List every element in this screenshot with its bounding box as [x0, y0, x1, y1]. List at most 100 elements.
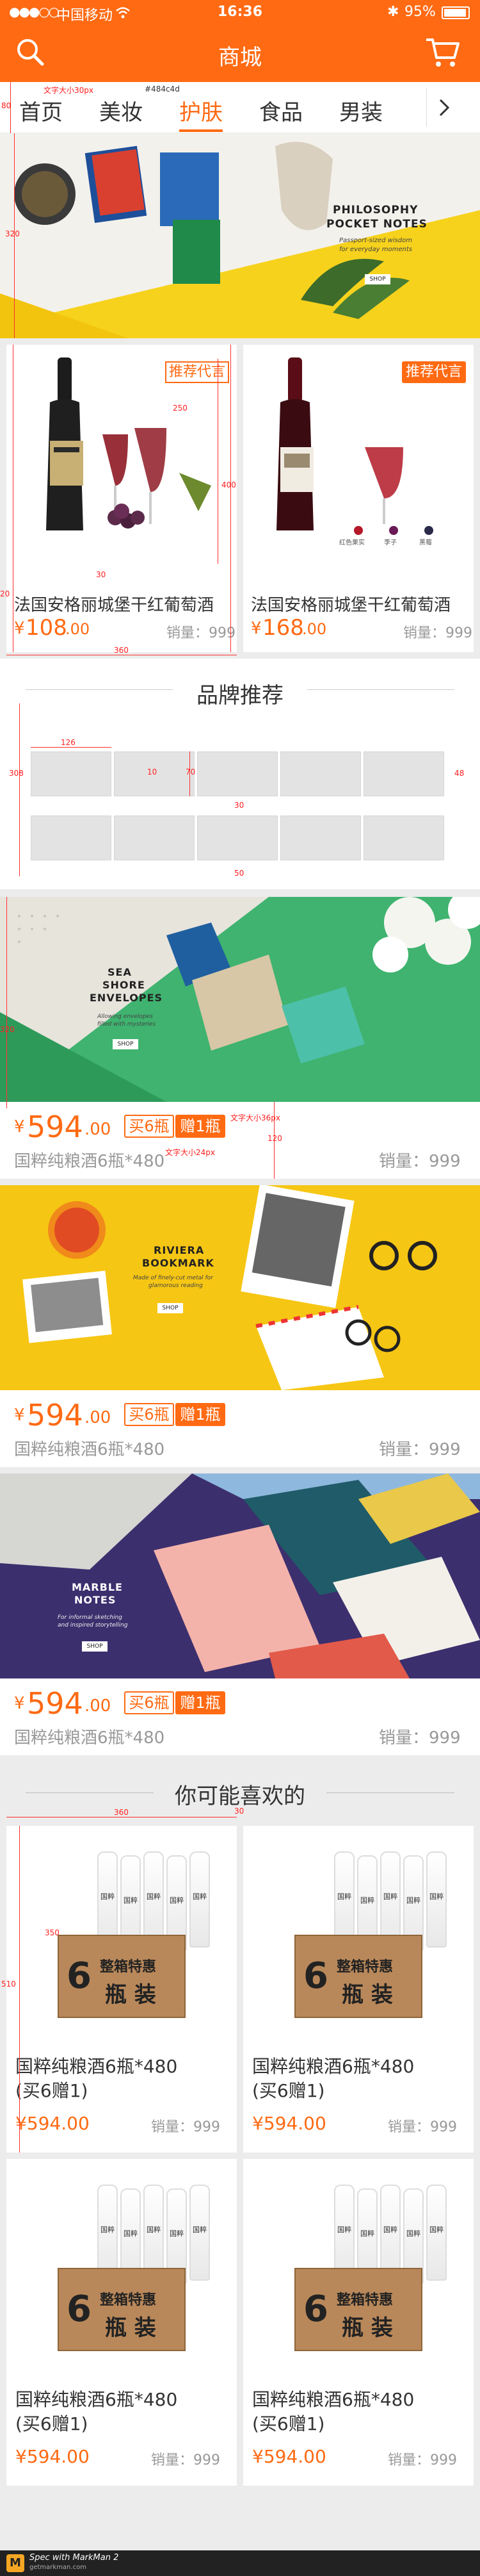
- promo-3-sub-2: and inspired storytelling: [58, 1622, 128, 1628]
- bottle-label: 国粹: [193, 1892, 207, 1901]
- brand-logo[interactable]: [31, 816, 111, 860]
- spec-dim-50: 50: [234, 869, 244, 878]
- wifi-icon: [116, 7, 130, 19]
- box-text-2: 瓶 装: [105, 1982, 156, 2008]
- product-name: 国粹纯粮酒6瓶*480: [15, 2389, 178, 2410]
- product-promo-note: (买6赠1): [252, 2080, 325, 2101]
- promo-banner-3-art: [0, 1473, 480, 1678]
- sales-count: 销量：999: [388, 2119, 457, 2135]
- hero-headline-1: PHILOSOPHY: [333, 204, 419, 217]
- product-image: 国粹 国粹 国粹 国粹 国粹 6 整箱特惠 瓶 装: [45, 2172, 210, 2358]
- status-bar: ●●●○○ 中国移动 16:36 ✱ 95%: [0, 0, 480, 26]
- bottle-image: 国粹: [189, 1851, 210, 1948]
- box-text-1: 整箱特惠: [337, 1959, 394, 1975]
- price-integer: 168: [262, 615, 304, 641]
- recommend-badge: 推荐代言: [165, 361, 229, 383]
- tab-divider: [426, 88, 427, 127]
- wine-card-1[interactable]: 推荐代言 法国安格丽城堡干红葡萄酒 ¥ 108 .00 销量：999: [6, 345, 237, 652]
- brand-logo[interactable]: [197, 751, 278, 796]
- spec-dim-10: 10: [147, 767, 157, 776]
- like-section-header: 你可能喜欢的: [0, 1762, 480, 1826]
- legend-red-fruit: 红色果实: [339, 539, 365, 546]
- brand-section: 品牌推荐 126 70 30 48 50 10 308: [0, 659, 480, 889]
- bluetooth-icon: ✱: [387, 4, 399, 20]
- tab-home[interactable]: 首页: [19, 95, 63, 126]
- recommend-badge: 推荐代言: [402, 361, 466, 383]
- bottle-image: 国粹: [189, 2185, 210, 2281]
- page-title: 商城: [218, 45, 262, 70]
- bottle-image: 国粹: [143, 2185, 164, 2281]
- sales-count: 销量：999: [379, 1152, 461, 1171]
- hero-shop-button[interactable]: SHOP: [365, 274, 390, 284]
- promo-info-3[interactable]: ¥ 594 .00 买6瓶 赠1瓶 国粹纯粮酒6瓶*480 销量：999: [0, 1678, 480, 1755]
- brand-logo[interactable]: [280, 751, 361, 796]
- wine-image-1: [46, 357, 211, 530]
- brand-logo[interactable]: [280, 816, 361, 860]
- markman-logo-icon: M: [6, 2554, 24, 2572]
- brand-logo[interactable]: [364, 751, 444, 796]
- wine-card-2[interactable]: 红色果实 李子 黑莓 推荐代言 法国安格丽城堡干红葡萄酒 ¥ 168 .00 销…: [243, 345, 474, 652]
- tab-menswear[interactable]: 男装: [339, 95, 383, 126]
- product-name: 国粹纯粮酒6瓶*480: [252, 2389, 415, 2410]
- brand-logo[interactable]: [31, 751, 111, 796]
- like-product-card[interactable]: 国粹 国粹 国粹 国粹 国粹 6 整箱特惠 瓶 装 国粹纯粮酒6瓶*480 (买6赠1)…: [6, 2159, 237, 2486]
- spec-dim-360: 360: [114, 1808, 129, 1817]
- hero-banner-art: [0, 142, 480, 338]
- spec-line: [19, 703, 20, 876]
- promo-2-sub-2: glamorous reading: [148, 1283, 203, 1289]
- price-symbol: ¥: [14, 1117, 25, 1136]
- spec-dim-80: 80: [1, 101, 12, 110]
- brand-section-title: 品牌推荐: [196, 683, 284, 709]
- box-text-1: 整箱特惠: [100, 1959, 157, 1975]
- sales-count: 销量：999: [151, 2452, 220, 2468]
- promo-banner-3[interactable]: MARBLE NOTES For informal sketching and …: [0, 1473, 480, 1678]
- markman-footer: M Spec with MarkMan 2 getmarkman.com: [0, 2550, 480, 2576]
- footer-brand: Spec with MarkMan 2: [29, 2553, 119, 2563]
- sales-count: 销量：999: [379, 1440, 461, 1459]
- product-promo-note: (买6赠1): [252, 2413, 325, 2434]
- legend-plum: 李子: [384, 539, 397, 546]
- promo-info-2[interactable]: ¥ 594 .00 买6瓶 赠1瓶 国粹纯粮酒6瓶*480 销量：999: [0, 1390, 480, 1467]
- tab-skincare[interactable]: 护肤: [179, 95, 223, 126]
- like-product-card[interactable]: 国粹 国粹 国粹 国粹 国粹 6 整箱特惠 瓶 装 国粹纯粮酒6瓶*480 (买6赠1)…: [243, 1826, 474, 2153]
- product-name: 国粹纯粮酒6瓶*480: [14, 1152, 165, 1171]
- promo-2-shop-button[interactable]: SHOP: [157, 1303, 183, 1313]
- brand-logo[interactable]: [364, 816, 444, 860]
- bottle-label: 国粹: [383, 1892, 397, 1901]
- sales-count: 销量：999: [388, 2452, 457, 2468]
- promo-3-headline-2: NOTES: [74, 1594, 116, 1606]
- spec-dim-30: 30: [96, 570, 106, 579]
- box-text-2: 瓶 装: [105, 2315, 156, 2341]
- spec-dim-70: 70: [186, 767, 196, 776]
- price-symbol: ¥: [251, 619, 262, 638]
- hero-banner[interactable]: PHILOSOPHY POCKET NOTES Passport-sized w…: [0, 133, 480, 338]
- product-price: ¥594.00: [15, 2446, 90, 2467]
- promo-banner-2[interactable]: RIVIERA BOOKMARK Made of finely-cut meta…: [0, 1185, 480, 1390]
- spec-note-24: 文字大小24px: [165, 1148, 215, 1157]
- promo-1-shop-button[interactable]: SHOP: [113, 1039, 138, 1049]
- spec-note-font-size: 文字大小30px: [44, 86, 93, 95]
- price-symbol: ¥: [14, 619, 25, 638]
- chevron-right-icon[interactable]: [435, 97, 453, 118]
- bottle-image: 国粹: [143, 1851, 164, 1948]
- spec-line: [19, 1826, 20, 2153]
- spec-note-36: 文字大小36px: [230, 1113, 280, 1122]
- cart-icon[interactable]: [425, 36, 461, 69]
- sales-count: 销量：999: [403, 625, 472, 641]
- tab-food[interactable]: 食品: [259, 95, 303, 126]
- promo-3-shop-button[interactable]: SHOP: [82, 1641, 108, 1652]
- gift-1-tag: 赠1瓶: [175, 1691, 225, 1714]
- box-text-1: 整箱特惠: [100, 2292, 157, 2308]
- price-integer: 594: [27, 1398, 83, 1432]
- box-image: 6 整箱特惠 瓶 装: [294, 2268, 422, 2351]
- promo-banner-1[interactable]: SEA SHORE ENVELOPES Allowing envelopes f…: [0, 897, 480, 1102]
- tab-makeup[interactable]: 美妆: [99, 95, 143, 126]
- sales-count: 销量：999: [151, 2119, 220, 2135]
- spec-dim-120: 120: [268, 1134, 282, 1143]
- spec-dim-20: 20: [0, 589, 10, 598]
- like-product-card[interactable]: 国粹 国粹 国粹 国粹 国粹 6 整箱特惠 瓶 装 国粹纯粮酒6瓶*480 (买6赠1)…: [243, 2159, 474, 2486]
- brand-logo[interactable]: [197, 816, 278, 860]
- like-product-card[interactable]: 国粹 国粹 国粹 国粹 国粹 6 整箱特惠 瓶 装 国粹纯粮酒6瓶*480 (买6赠1)…: [6, 1826, 237, 2153]
- product-image: 国粹 国粹 国粹 国粹 国粹 6 整箱特惠 瓶 装: [282, 2172, 447, 2358]
- brand-logo[interactable]: [114, 816, 195, 860]
